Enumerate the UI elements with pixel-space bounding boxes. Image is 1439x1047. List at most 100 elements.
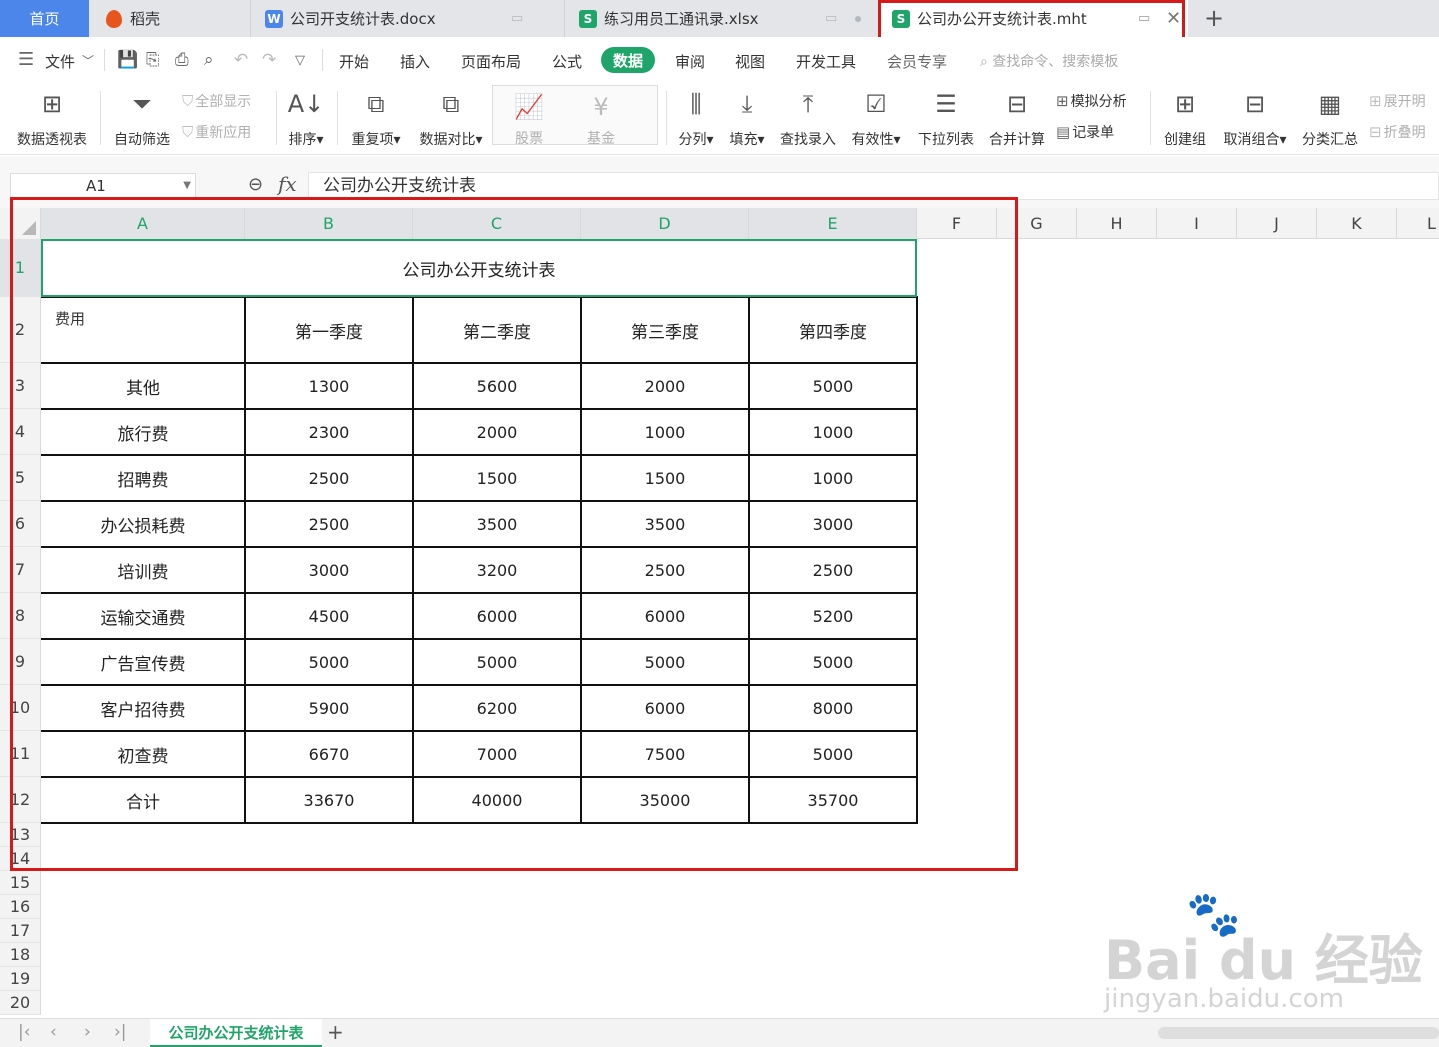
expand-icon: ⊞ <box>1369 92 1382 110</box>
menu-view[interactable]: 视图 <box>735 51 765 72</box>
expand-detail-button[interactable]: ⊞ 展开明 <box>1369 91 1426 111</box>
search-icon: ⌕ <box>980 54 993 70</box>
tab-daoke[interactable]: 稻壳 <box>90 0 248 37</box>
record-form-icon: ▤ <box>1056 123 1071 141</box>
menu-formula[interactable]: 公式 <box>552 51 582 72</box>
menu-page-layout[interactable]: 页面布局 <box>461 51 521 72</box>
record-form-button[interactable]: ▤ 记录单 <box>1056 122 1114 142</box>
upload-icon: ⤒ <box>802 90 814 118</box>
group-icon: ⊞ <box>1174 90 1196 118</box>
chevron-down-icon[interactable]: ▼ <box>183 174 191 198</box>
tab-home[interactable]: 首页 <box>0 0 89 37</box>
validity-label: 有效性▾ <box>851 132 901 148</box>
lookup-entry-label: 查找录入 <box>780 132 836 148</box>
menu-review[interactable]: 审阅 <box>675 51 705 72</box>
redo-icon[interactable]: ↷ <box>262 50 276 70</box>
show-all-button[interactable]: ⛉ 全部显示 <box>182 91 251 111</box>
menu-start[interactable]: 开始 <box>339 51 369 72</box>
lookup-entry-button[interactable]: ⤒ 查找录入 <box>776 83 840 155</box>
row-header-19[interactable]: 19 <box>0 967 41 991</box>
add-sheet-icon[interactable]: + <box>327 1020 344 1044</box>
hamburger-icon[interactable]: ☰ <box>18 49 34 70</box>
stock-fund-panel: 📈 股票 ¥ 基金 <box>492 85 658 147</box>
float-window-icon[interactable]: ▭ <box>825 11 837 26</box>
consolidate-button[interactable]: ⊟ 合并计算 <box>985 83 1049 155</box>
fund-button[interactable]: ¥ 基金 <box>579 86 623 158</box>
float-window-icon[interactable]: ▭ <box>511 11 523 26</box>
collapse-detail-label: 折叠明 <box>1383 125 1426 141</box>
column-header-j[interactable]: J <box>1237 208 1317 239</box>
row-header-18[interactable]: 18 <box>0 943 41 967</box>
column-header-k[interactable]: K <box>1317 208 1397 239</box>
menu-developer[interactable]: 开发工具 <box>796 51 856 72</box>
ribbon-toolbar: ⊞ 数据透视表 ⏷ 自动筛选 ⛉ 全部显示 ⛉ 重新应用 A↓ 排序▾ ⧉ 重复项▾… <box>0 83 1439 155</box>
print-icon[interactable]: ⎙ <box>175 50 189 70</box>
record-form-label: 记录单 <box>1072 125 1115 141</box>
paw-watermark-icon: 🐾 <box>1186 889 1241 940</box>
show-all-label: 全部显示 <box>195 94 252 110</box>
save-icon[interactable]: 💾 <box>117 50 138 70</box>
fill-down-icon: ⤓ <box>741 90 753 118</box>
fill-button[interactable]: ⤓ 填充▾ <box>724 83 770 155</box>
export-icon[interactable]: ⎘ <box>146 50 160 70</box>
tab-daoke-label: 稻壳 <box>130 10 161 28</box>
horizontal-scrollbar[interactable] <box>1158 1027 1439 1039</box>
auto-filter-button[interactable]: ⏷ 自动筛选 <box>110 83 174 155</box>
dropdown-list-button[interactable]: ☰ 下拉列表 <box>914 83 978 155</box>
ungroup-button[interactable]: ⊟ 取消组合▾ <box>1218 83 1292 155</box>
zoom-icon[interactable]: ⊖ <box>248 174 263 195</box>
next-sheet-icon[interactable]: › <box>84 1022 91 1042</box>
tab-xlsx[interactable]: S 练习用员工通讯录.xlsx ▭ <box>564 0 877 37</box>
pivot-table-button[interactable]: ⊞ 数据透视表 <box>12 83 92 155</box>
tab-docx[interactable]: W 公司开支统计表.docx ▭ <box>250 0 563 37</box>
sheet-file-icon: S <box>579 9 597 28</box>
data-compare-button[interactable]: ⧉ 数据对比▾ <box>414 83 488 155</box>
split-column-button[interactable]: ⫼ 分列▾ <box>674 83 718 155</box>
row-header-17[interactable]: 17 <box>0 919 41 943</box>
yen-icon: ¥ <box>593 93 609 121</box>
dropdown-list-icon: ☰ <box>935 90 957 118</box>
collapse-detail-button[interactable]: ⊟ 折叠明 <box>1369 122 1426 142</box>
sort-button[interactable]: A↓ 排序▾ <box>283 83 329 155</box>
name-box[interactable]: A1 ▼ <box>10 173 196 199</box>
print-preview-icon[interactable]: ⌕ <box>204 50 214 70</box>
stock-button[interactable]: 📈 股票 <box>507 86 551 158</box>
prev-sheet-icon[interactable]: ‹ <box>50 1022 57 1042</box>
duplicates-button[interactable]: ⧉ 重复项▾ <box>346 83 406 155</box>
row-header-16[interactable]: 16 <box>0 895 41 919</box>
what-if-analysis-button[interactable]: ⊞ 模拟分析 <box>1056 91 1127 111</box>
row-header-20[interactable]: 20 <box>0 991 41 1015</box>
reapply-button[interactable]: ⛉ 重新应用 <box>182 122 251 142</box>
sheet-tab-bar: |‹ ‹ › ›| 公司办公开支统计表 + <box>0 1018 1439 1047</box>
menu-member[interactable]: 会员专享 <box>887 51 947 72</box>
what-if-icon: ⊞ <box>1056 92 1069 110</box>
create-group-button[interactable]: ⊞ 创建组 <box>1158 83 1212 155</box>
fx-icon[interactable]: fx <box>278 172 297 196</box>
unsaved-dot-icon <box>855 15 861 22</box>
new-tab-button[interactable]: + <box>1204 4 1224 32</box>
column-header-i[interactable]: I <box>1157 208 1237 239</box>
customize-icon[interactable]: ▽ <box>295 53 305 68</box>
last-sheet-icon[interactable]: ›| <box>114 1022 127 1042</box>
word-file-icon: W <box>265 9 283 28</box>
daoke-logo-icon <box>106 9 122 28</box>
command-search[interactable]: ⌕ 查找命令、搜索模板 <box>980 51 1118 71</box>
validity-button[interactable]: ☑ 有效性▾ <box>846 83 906 155</box>
menu-file[interactable]: 文件 <box>45 51 75 72</box>
menu-data[interactable]: 数据 <box>601 47 655 73</box>
dropdown-list-label: 下拉列表 <box>918 132 974 148</box>
row-header-15[interactable]: 15 <box>0 871 41 895</box>
subtotal-button[interactable]: ▦ 分类汇总 <box>1299 83 1361 155</box>
column-header-h[interactable]: H <box>1077 208 1157 239</box>
undo-icon[interactable]: ↶ <box>234 50 248 70</box>
annotation-box-table <box>10 197 1018 871</box>
first-sheet-icon[interactable]: |‹ <box>18 1022 31 1042</box>
what-if-label: 模拟分析 <box>1070 94 1127 110</box>
sheet-tab-active[interactable]: 公司办公开支统计表 <box>150 1019 322 1047</box>
reapply-label: 重新应用 <box>195 125 252 141</box>
menu-insert[interactable]: 插入 <box>400 51 430 72</box>
formula-input[interactable]: 公司办公开支统计表 <box>308 172 1439 200</box>
duplicates-icon: ⧉ <box>367 90 385 118</box>
column-header-l[interactable]: L <box>1397 208 1439 239</box>
chevron-down-icon[interactable]: ﹀ <box>82 52 94 69</box>
